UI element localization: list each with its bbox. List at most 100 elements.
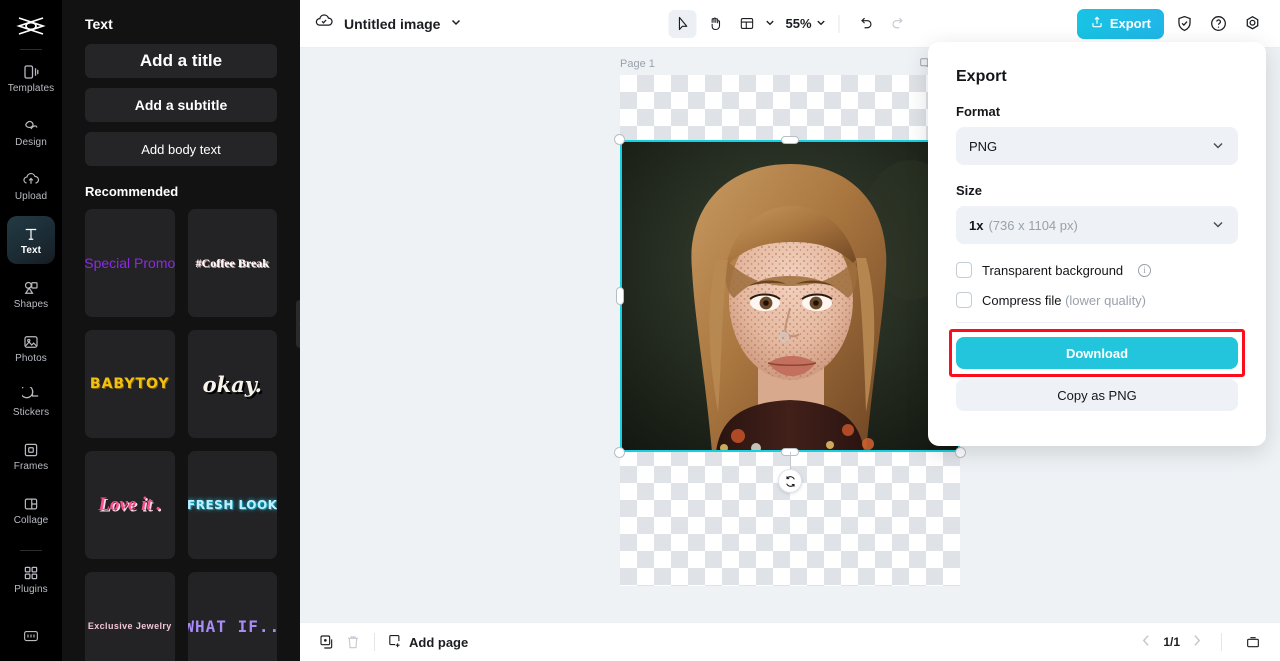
duplicate-page-icon[interactable]: [314, 629, 340, 655]
text-template-card[interactable]: #Coffee Break: [187, 209, 277, 317]
app-root: Templates Design Upload Text Shapes Phot…: [0, 0, 1280, 661]
sidebar-item-label: Plugins: [14, 583, 48, 595]
download-button-wrapper: Download: [949, 329, 1245, 377]
text-template-card[interactable]: BABYTOY: [85, 330, 175, 438]
size-label: Size: [956, 183, 983, 198]
resize-handle-top-left[interactable]: [614, 134, 625, 145]
layout-icon[interactable]: [732, 10, 760, 38]
resize-handle-bottom-right[interactable]: [955, 447, 966, 458]
sidebar-item-text[interactable]: Text: [7, 216, 55, 264]
undo-icon[interactable]: [852, 10, 880, 38]
gear-settings-icon[interactable]: [1238, 10, 1266, 38]
pages-panel-icon[interactable]: [1240, 629, 1266, 655]
resize-handle-top-center[interactable]: [781, 136, 799, 144]
sidebar-item-photos[interactable]: Photos: [7, 324, 55, 372]
sidebar-item-stickers[interactable]: Stickers: [7, 378, 55, 426]
portrait-photo: [620, 140, 960, 452]
transparent-background-label: Transparent background: [982, 262, 1124, 278]
cloud-saved-icon: [314, 11, 334, 36]
checkbox-box: [956, 262, 972, 278]
sidebar-item-label: Templates: [7, 82, 55, 94]
topbar-left: Untitled image: [314, 11, 462, 36]
resize-handle-bottom-left[interactable]: [614, 447, 625, 458]
redo-icon: [884, 10, 912, 38]
add-page-icon: [387, 633, 402, 651]
text-template-card[interactable]: Exclusive Jewelry: [85, 572, 175, 661]
document-title[interactable]: Untitled image: [344, 16, 440, 32]
text-template-card[interactable]: Love it .: [85, 451, 175, 559]
cursor-select-icon[interactable]: [668, 9, 697, 38]
trash-delete-icon: [340, 629, 366, 655]
format-select[interactable]: PNG: [956, 127, 1238, 165]
sidebar-item-label: Text: [20, 244, 42, 256]
text-template-card[interactable]: okay.: [187, 330, 277, 438]
help-question-icon[interactable]: [1204, 10, 1232, 38]
bottombar-divider: [374, 633, 375, 651]
chevron-down-icon[interactable]: [816, 15, 827, 33]
chevron-down-icon[interactable]: [450, 15, 462, 33]
add-body-text-button[interactable]: Add body text: [85, 132, 277, 166]
add-page-button[interactable]: Add page: [387, 633, 468, 651]
sidebar-item-label: Upload: [14, 190, 48, 202]
rotate-handle-icon[interactable]: [778, 469, 802, 493]
size-dimensions: (736 x 1104 px): [988, 217, 1078, 233]
text-template-label: BABYTOY: [89, 376, 170, 392]
text-template-label: #Coffee Break: [195, 255, 269, 270]
text-template-card[interactable]: FRESH LOOK: [187, 451, 277, 559]
chevron-down-icon[interactable]: [764, 15, 775, 33]
shield-check-icon[interactable]: [1170, 10, 1198, 38]
toolbar-divider: [838, 14, 840, 33]
panel-collapse-handle[interactable]: [296, 300, 300, 348]
text-panel: Text Add a title Add a subtitle Add body…: [62, 0, 300, 661]
export-panel: Export Format PNG Size 1x (736 x 1104 px…: [928, 42, 1266, 446]
export-button-label: Export: [1109, 16, 1151, 31]
rail-divider-mid: [20, 550, 42, 551]
main-area: Untitled image 55% Export Page 1 Add pag…: [300, 0, 1280, 661]
format-value: PNG: [969, 138, 998, 154]
text-template-label: Special Promo: [85, 255, 175, 271]
add-subtitle-button[interactable]: Add a subtitle: [85, 88, 277, 122]
feedback-icon[interactable]: [7, 621, 55, 651]
sidebar-item-label: Stickers: [12, 406, 50, 418]
size-multiplier: 1x: [969, 217, 984, 233]
left-rail: Templates Design Upload Text Shapes Phot…: [0, 0, 62, 661]
text-template-label: okay.: [202, 371, 262, 397]
sidebar-item-upload[interactable]: Upload: [7, 162, 55, 210]
sidebar-item-label: Design: [15, 136, 47, 148]
export-panel-title: Export: [956, 68, 1007, 85]
selected-image-object[interactable]: [614, 134, 966, 493]
sidebar-item-shapes[interactable]: Shapes: [7, 270, 55, 318]
sidebar-item-collage[interactable]: Collage: [7, 486, 55, 534]
resize-handle-middle-left[interactable]: [616, 287, 624, 305]
export-button[interactable]: Export: [1076, 8, 1164, 39]
size-select[interactable]: 1x (736 x 1104 px): [956, 206, 1238, 244]
add-title-button[interactable]: Add a title: [85, 44, 277, 78]
sidebar-item-label: Collage: [13, 514, 49, 526]
sidebar-item-plugins[interactable]: Plugins: [7, 555, 55, 603]
text-template-label: FRESH LOOK: [187, 498, 277, 512]
checkbox-box: [956, 292, 972, 308]
chevron-down-icon: [1211, 217, 1225, 234]
copy-as-png-button[interactable]: Copy as PNG: [956, 379, 1238, 411]
zoom-level[interactable]: 55%: [785, 16, 811, 31]
page-counter: 1/1: [1163, 635, 1180, 649]
text-template-card[interactable]: WHAT IF..: [187, 572, 277, 661]
sidebar-item-frames[interactable]: Frames: [7, 432, 55, 480]
sidebar-item-templates[interactable]: Templates: [7, 54, 55, 102]
hand-pan-icon[interactable]: [700, 10, 728, 38]
panel-title: Text: [85, 16, 113, 32]
compress-file-note: (lower quality): [1065, 292, 1147, 308]
download-button[interactable]: Download: [956, 337, 1238, 369]
info-icon[interactable]: i: [1138, 263, 1152, 277]
export-upload-icon: [1090, 15, 1104, 32]
compress-file-checkbox[interactable]: Compress file (lower quality): [956, 292, 1238, 308]
sidebar-item-label: Photos: [15, 352, 47, 364]
transparent-background-checkbox[interactable]: Transparent background i: [956, 262, 1238, 278]
compress-file-text: Compress file: [982, 292, 1062, 308]
text-template-grid: Special Promo #Coffee Break BABYTOY okay…: [76, 209, 286, 661]
capcut-logo-icon[interactable]: [15, 13, 47, 39]
text-template-card[interactable]: Special Promo: [85, 209, 175, 317]
sidebar-item-label: Frames: [13, 460, 49, 472]
next-page-button: [1190, 634, 1203, 650]
sidebar-item-design[interactable]: Design: [7, 108, 55, 156]
